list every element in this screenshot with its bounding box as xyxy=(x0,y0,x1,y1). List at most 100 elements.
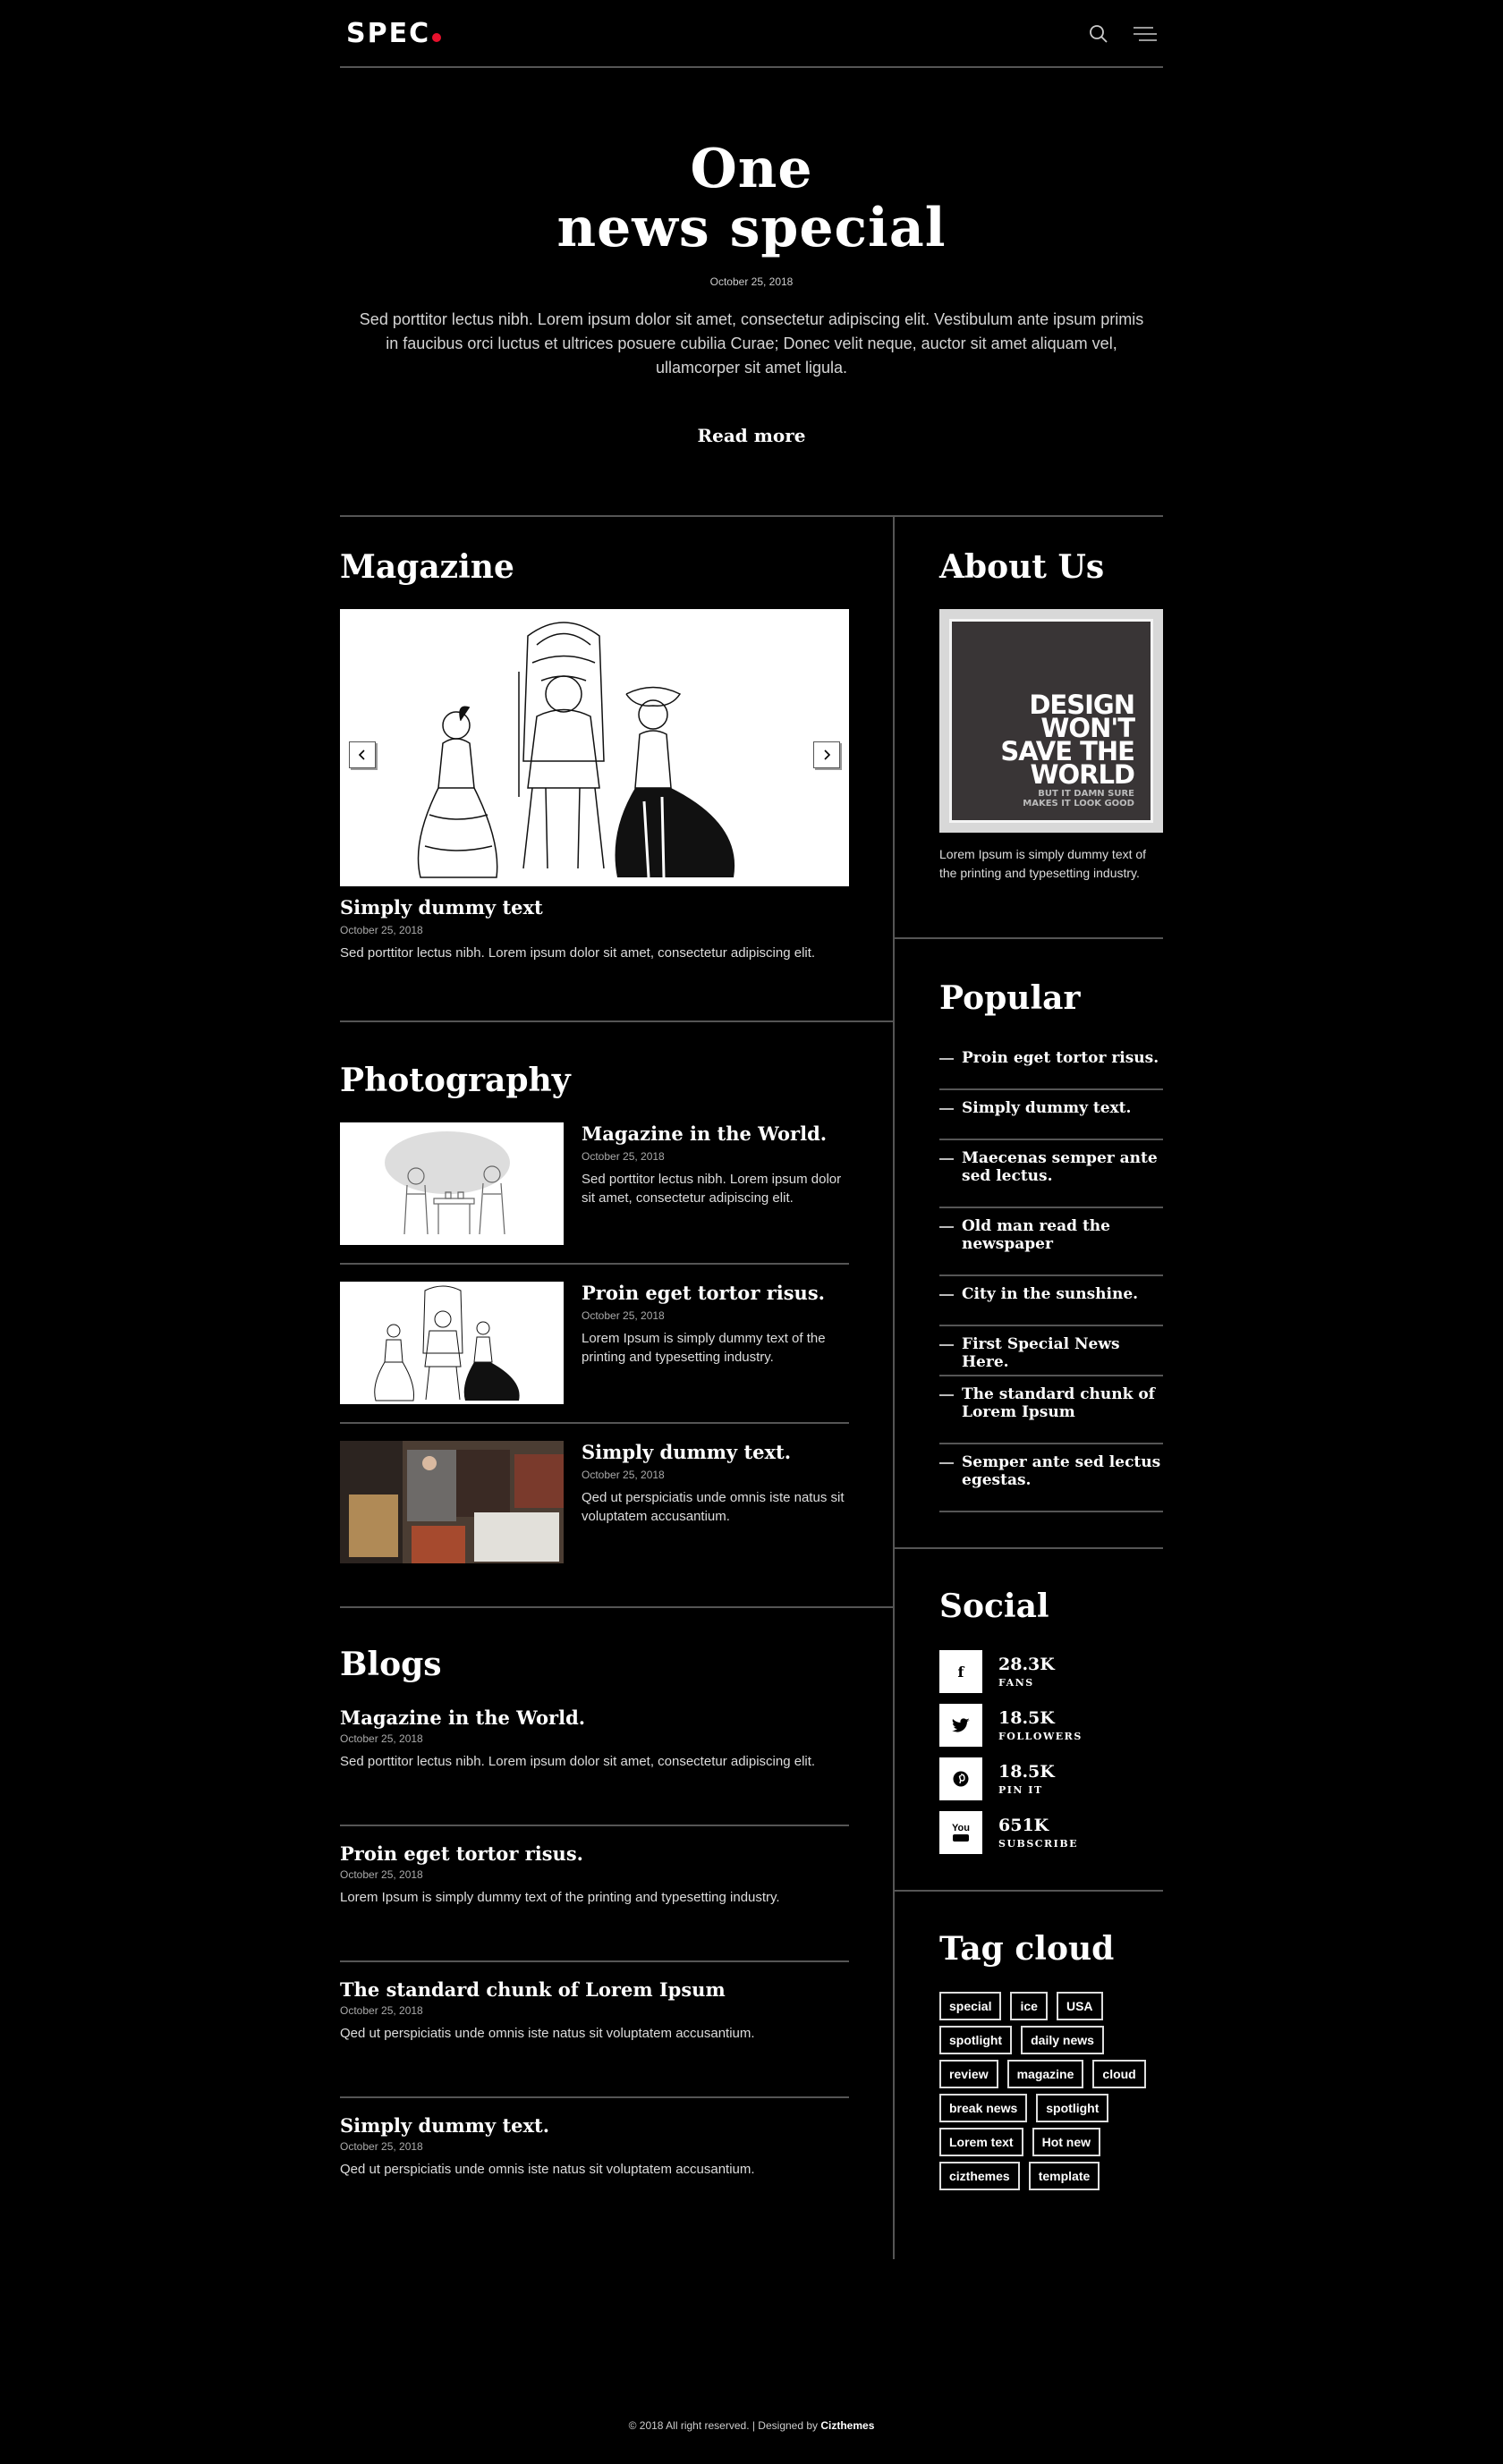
tag[interactable]: review xyxy=(939,2060,998,2088)
social-count: 651K xyxy=(998,1815,1049,1835)
tag[interactable]: special xyxy=(939,1992,1002,2020)
popular-item[interactable]: First Special News Here. xyxy=(939,1335,1163,1376)
tag[interactable]: spotlight xyxy=(1036,2094,1109,2122)
tag[interactable]: template xyxy=(1028,2162,1100,2190)
divider xyxy=(895,1547,1163,1549)
tag[interactable]: daily news xyxy=(1021,2026,1104,2054)
slider-prev-button[interactable] xyxy=(349,741,376,768)
popular-title: Popular xyxy=(939,979,1081,1017)
tag[interactable]: magazine xyxy=(1006,2060,1084,2088)
read-more-link[interactable]: Read more xyxy=(697,425,805,446)
blog-item-title[interactable]: Simply dummy text. xyxy=(340,2114,849,2137)
blog-item-date: October 25, 2018 xyxy=(340,1868,423,1881)
popular-item[interactable]: City in the sunshine. xyxy=(939,1285,1163,1326)
site-logo[interactable]: SPEC xyxy=(346,18,442,49)
youtube-icon[interactable]: You xyxy=(939,1811,982,1854)
social-label: FANS xyxy=(998,1676,1034,1689)
site-footer: © 2018 All right reserved. | Designed by… xyxy=(0,2419,1503,2432)
social-pinterest: 18.5K PIN IT xyxy=(939,1757,1055,1800)
twitter-icon[interactable] xyxy=(939,1704,982,1747)
youtube-glyph: You xyxy=(952,1823,970,1833)
tag[interactable]: ice xyxy=(1010,1992,1048,2020)
photo-item: Magazine in the World. October 25, 2018 … xyxy=(340,1122,849,1245)
photo-item-date: October 25, 2018 xyxy=(582,1150,665,1163)
popular-item[interactable]: Old man read the newspaper xyxy=(939,1217,1163,1276)
blog-item: Simply dummy text. October 25, 2018 Qed … xyxy=(340,2114,849,2179)
photo-item-text: Qed ut perspiciatis unde omnis iste natu… xyxy=(582,1490,845,1524)
tag[interactable]: cloud xyxy=(1092,2060,1146,2088)
footer-brand-link[interactable]: Cizthemes xyxy=(820,2419,874,2432)
photo-item-title[interactable]: Simply dummy text. xyxy=(582,1441,849,1463)
magazine-title: Magazine xyxy=(340,548,514,586)
social-count: 28.3K xyxy=(998,1654,1055,1674)
logo-dot xyxy=(432,33,442,42)
social-label: SUBSCRIBE xyxy=(998,1837,1079,1850)
blog-item-date: October 25, 2018 xyxy=(340,2004,423,2017)
magazine-stand-image xyxy=(340,1441,564,1563)
hero-title: One news special xyxy=(340,140,1163,258)
tag[interactable]: cizthemes xyxy=(939,2162,1020,2190)
blog-item-date: October 25, 2018 xyxy=(340,2140,423,2153)
tagcloud-title: Tag cloud xyxy=(939,1930,1115,1968)
popular-item[interactable]: Proin eget tortor risus. xyxy=(939,1049,1163,1090)
social-count: 18.5K xyxy=(998,1707,1055,1728)
royal-family-thumb-image xyxy=(340,1282,564,1404)
blog-item: The standard chunk of Lorem Ipsum Octobe… xyxy=(340,1978,849,2043)
blog-item-title[interactable]: The standard chunk of Lorem Ipsum xyxy=(340,1978,849,2001)
photo-thumb[interactable] xyxy=(340,1122,564,1245)
hero-section: One news special October 25, 2018 Sed po… xyxy=(340,68,1163,517)
menu-icon[interactable] xyxy=(1133,21,1158,47)
site-header: SPEC xyxy=(340,0,1163,68)
popular-item[interactable]: Simply dummy text. xyxy=(939,1099,1163,1140)
divider xyxy=(895,937,1163,939)
blog-item-date: October 25, 2018 xyxy=(340,1732,423,1745)
blog-item-text: Lorem Ipsum is simply dummy text of the … xyxy=(340,1890,780,1905)
photo-item-title[interactable]: Magazine in the World. xyxy=(582,1122,849,1145)
blogs-title: Blogs xyxy=(340,1646,442,1683)
social-label: FOLLOWERS xyxy=(998,1730,1083,1742)
pinterest-icon[interactable] xyxy=(939,1757,982,1800)
blog-item-text: Sed porttitor lectus nibh. Lorem ipsum d… xyxy=(340,1754,816,1769)
social-label: PIN IT xyxy=(998,1783,1043,1796)
tag[interactable]: break news xyxy=(939,2094,1028,2122)
divider xyxy=(340,1263,849,1265)
popular-item[interactable]: The standard chunk of Lorem Ipsum xyxy=(939,1385,1163,1444)
tag[interactable]: spotlight xyxy=(939,2026,1013,2054)
blog-item-text: Qed ut perspiciatis unde omnis iste natu… xyxy=(340,2162,755,2177)
blog-item-text: Qed ut perspiciatis unde omnis iste natu… xyxy=(340,2026,755,2041)
royal-family-illustration xyxy=(340,609,849,886)
chevron-left-icon xyxy=(358,749,365,760)
blog-item-title[interactable]: Proin eget tortor risus. xyxy=(340,1842,849,1865)
slider-next-button[interactable] xyxy=(813,741,840,768)
column-divider xyxy=(893,517,895,2259)
photo-thumb[interactable] xyxy=(340,1441,564,1563)
social-youtube: You 651K SUBSCRIBE xyxy=(939,1811,1078,1854)
hero-text: Sed porttitor lectus nibh. Lorem ipsum d… xyxy=(359,310,1144,377)
poster-line: BUT IT DAMN SURE xyxy=(1038,789,1134,799)
photo-item-title[interactable]: Proin eget tortor risus. xyxy=(582,1282,849,1304)
divider xyxy=(340,1020,894,1022)
divider xyxy=(340,2096,849,2098)
search-icon[interactable] xyxy=(1086,21,1111,47)
photo-item-text: Sed porttitor lectus nibh. Lorem ipsum d… xyxy=(582,1172,842,1206)
about-image: DESIGN WON'T SAVE THE WORLD BUT IT DAMN … xyxy=(939,609,1163,833)
magazine-item-date: October 25, 2018 xyxy=(340,924,423,936)
tag[interactable]: USA xyxy=(1056,1992,1103,2020)
social-title: Social xyxy=(939,1588,1049,1625)
facebook-icon[interactable]: f xyxy=(939,1650,982,1693)
social-count: 18.5K xyxy=(998,1761,1055,1782)
popular-item[interactable]: Semper ante sed lectus egestas. xyxy=(939,1453,1163,1512)
divider xyxy=(340,1606,894,1608)
footer-text: © 2018 All right reserved. | Designed by xyxy=(628,2419,821,2432)
tag[interactable]: Hot new xyxy=(1032,2128,1101,2156)
photo-item: Proin eget tortor risus. October 25, 201… xyxy=(340,1282,849,1404)
photo-item: Simply dummy text. October 25, 2018 Qed … xyxy=(340,1441,849,1563)
magazine-slider[interactable] xyxy=(340,609,849,886)
tag[interactable]: Lorem text xyxy=(939,2128,1023,2156)
popular-item[interactable]: Maecenas semper ante sed lectus. xyxy=(939,1149,1163,1208)
photo-thumb[interactable] xyxy=(340,1282,564,1404)
blog-item-title[interactable]: Magazine in the World. xyxy=(340,1706,849,1729)
chevron-right-icon xyxy=(824,749,831,760)
magazine-item-title[interactable]: Simply dummy text xyxy=(340,896,849,919)
poster-line: MAKES IT LOOK GOOD xyxy=(1023,799,1134,809)
